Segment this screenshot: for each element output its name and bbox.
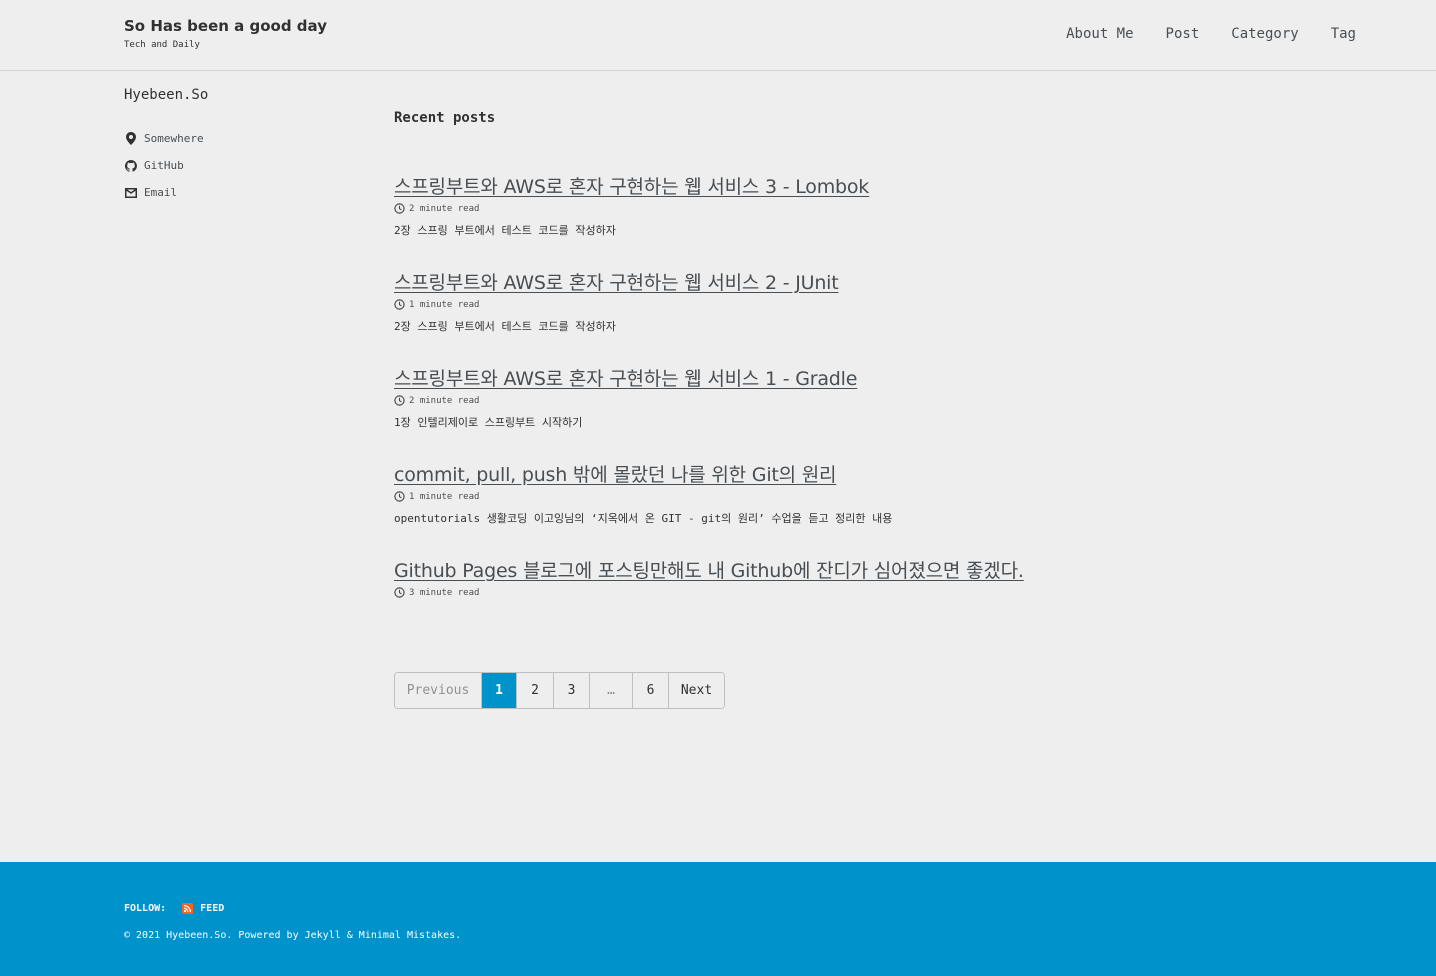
post-title-link[interactable]: commit, pull, push 밖에 몰랐던 나를 위한 Git의 원리 — [394, 460, 837, 487]
follow-label: FOLLOW: — [124, 903, 167, 914]
read-time-text: 1 minute read — [409, 299, 480, 310]
masthead: So Has been a good day Tech and Daily Ab… — [0, 0, 1436, 71]
feed-label: FEED — [200, 903, 225, 914]
clock-icon — [394, 395, 405, 406]
post-excerpt: 2장 스프링 부트에서 테스트 코드를 작성하자 — [394, 320, 616, 333]
footer-follow: FOLLOW: FEED — [124, 903, 224, 914]
pagination-page-1[interactable]: 1 — [481, 673, 516, 708]
post-excerpt: 2장 스프링 부트에서 테스트 코드를 작성하자 — [394, 224, 616, 237]
post-item: 스프링부트와 AWS로 혼자 구현하는 웹 서비스 3 - Lombok 2 m… — [394, 172, 1294, 238]
author-link-location: Somewhere — [124, 125, 344, 152]
post-excerpt: opentutorials 생활코딩 이고잉님의 ‘지옥에서 온 GIT - g… — [394, 512, 893, 525]
pagination-ellipsis: … — [589, 673, 632, 708]
author-name: Hyebeen.So — [124, 87, 209, 103]
rss-icon — [182, 903, 194, 914]
clock-icon — [394, 299, 405, 310]
copyright: © 2021 Hyebeen.So. Powered by Jekyll & M… — [124, 930, 462, 941]
read-time: 2 minute read — [394, 395, 1294, 406]
map-marker-icon — [124, 132, 138, 146]
nav-tag[interactable]: Tag — [1331, 26, 1356, 42]
recent-posts-heading: Recent posts — [394, 110, 496, 126]
nav-about-me[interactable]: About Me — [1066, 26, 1133, 42]
clock-icon — [394, 491, 405, 502]
site-title[interactable]: So Has been a good day — [124, 17, 327, 35]
pagination-page-3[interactable]: 3 — [553, 673, 589, 708]
email-icon — [124, 186, 138, 200]
read-time: 1 minute read — [394, 491, 1294, 502]
author-link-email[interactable]: Email — [124, 179, 344, 206]
post-item: 스프링부트와 AWS로 혼자 구현하는 웹 서비스 1 - Gradle 2 m… — [394, 364, 1294, 430]
page-footer: FOLLOW: FEED © 2021 Hyebeen.So. Powered … — [0, 862, 1436, 976]
pagination-page-6[interactable]: 6 — [632, 673, 668, 708]
post-item: 스프링부트와 AWS로 혼자 구현하는 웹 서비스 2 - JUnit 1 mi… — [394, 268, 1294, 334]
clock-icon — [394, 203, 405, 214]
read-time-text: 3 minute read — [409, 587, 480, 598]
main-nav: About Me Post Category Tag — [1034, 26, 1356, 42]
pagination-next[interactable]: Next — [668, 673, 724, 708]
site-subtitle: Tech and Daily — [124, 40, 200, 50]
read-time-text: 2 minute read — [409, 203, 480, 214]
author-link-label: Somewhere — [144, 132, 204, 145]
main-content: Recent posts 스프링부트와 AWS로 혼자 구현하는 웹 서비스 3… — [394, 110, 1294, 628]
read-time: 2 minute read — [394, 203, 1294, 214]
post-item: Github Pages 블로그에 포스팅만해도 내 Github에 잔디가 심… — [394, 556, 1294, 598]
github-icon — [124, 159, 138, 173]
post-title-link[interactable]: Github Pages 블로그에 포스팅만해도 내 Github에 잔디가 심… — [394, 556, 1024, 583]
post-title-link[interactable]: 스프링부트와 AWS로 혼자 구현하는 웹 서비스 3 - Lombok — [394, 172, 869, 199]
nav-post[interactable]: Post — [1166, 26, 1200, 42]
pagination-previous[interactable]: Previous — [395, 673, 481, 708]
author-sidebar: Hyebeen.So Somewhere GitHub Email — [124, 87, 344, 206]
post-title-link[interactable]: 스프링부트와 AWS로 혼자 구현하는 웹 서비스 1 - Gradle — [394, 364, 857, 391]
author-link-github[interactable]: GitHub — [124, 152, 344, 179]
author-links: Somewhere GitHub Email — [124, 125, 344, 206]
nav-category[interactable]: Category — [1231, 26, 1298, 42]
read-time-text: 1 minute read — [409, 491, 480, 502]
pagination: Previous 1 2 3 … 6 Next — [394, 672, 725, 709]
post-item: commit, pull, push 밖에 몰랐던 나를 위한 Git의 원리 … — [394, 460, 1294, 526]
author-link-label: Email — [144, 186, 178, 199]
read-time: 1 minute read — [394, 299, 1294, 310]
clock-icon — [394, 587, 405, 598]
post-title-link[interactable]: 스프링부트와 AWS로 혼자 구현하는 웹 서비스 2 - JUnit — [394, 268, 839, 295]
post-excerpt: 1장 인텔리제이로 스프링부트 시작하기 — [394, 416, 583, 429]
pagination-page-2[interactable]: 2 — [516, 673, 553, 708]
author-link-label: GitHub — [144, 159, 184, 172]
read-time-text: 2 minute read — [409, 395, 480, 406]
read-time: 3 minute read — [394, 587, 1294, 598]
feed-link[interactable]: FEED — [182, 903, 224, 914]
